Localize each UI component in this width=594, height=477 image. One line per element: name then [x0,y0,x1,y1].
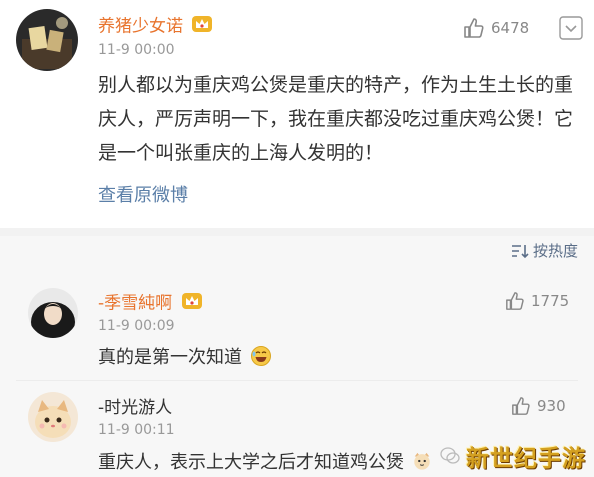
comments-section: 按热度 -季雪純啊 11-9 00:09 1775 真的是第一次知道 -时光游人… [0,236,594,477]
comment-text-content: 重庆人，表示上大学之后才知道鸡公煲 [98,452,404,473]
comment-like-button[interactable]: 930 [511,396,566,416]
wechat-logo-icon [440,447,460,464]
post-timestamp: 11-9 00:00 [98,42,175,58]
weibo-post: 养猪少女诺 11-9 00:00 6478 别人都以为重庆鸡公煲是重庆的特产，作… [0,0,594,228]
more-options-button[interactable] [559,16,583,44]
comment-timestamp: 11-9 00:11 [98,422,175,438]
section-divider [0,228,594,236]
cat-face-icon [412,451,432,476]
sort-label: 按热度 [532,242,578,260]
sort-icon [511,244,529,258]
post-author-name[interactable]: 养猪少女诺 [98,15,213,38]
laughing-face-icon [250,345,272,372]
comment-text-content: 真的是第一次知道 [98,347,242,368]
comment-author-name[interactable]: -时光游人 [98,398,172,418]
thumbs-up-icon [464,18,484,38]
sort-by-hot-button[interactable]: 按热度 [511,240,578,261]
watermark-text: 新世纪手游 [466,446,586,472]
post-like-count: 6478 [491,19,530,37]
post-like-button[interactable]: 6478 [463,17,529,39]
comment-author-avatar[interactable] [28,392,78,442]
comment-like-button[interactable]: 1775 [505,291,569,311]
thumbs-up-icon [506,292,524,310]
comment-author-name-text: -季雪純啊 [98,293,173,314]
site-watermark: 新世纪手游 [440,439,586,473]
chevron-down-icon [559,16,583,40]
view-original-link[interactable]: 查看原微博 [98,181,188,207]
post-author-name-text: 养猪少女诺 [98,16,183,37]
comment-timestamp: 11-9 00:09 [98,318,175,334]
comment-text: 重庆人，表示上大学之后才知道鸡公煲 [98,448,432,476]
comment-separator [16,380,578,381]
comment-author-name-text: -时光游人 [98,398,173,418]
post-author-avatar[interactable] [16,9,78,71]
comment-author-name[interactable]: -季雪純啊 [98,292,202,315]
vip-crown-icon [181,292,202,315]
comment-author-avatar[interactable] [28,288,78,338]
comment-text: 真的是第一次知道 [98,343,272,372]
comment-like-count: 930 [537,397,566,415]
post-body-text: 别人都以为重庆鸡公煲是重庆的特产，作为土生土长的重庆人，严厉声明一下，我在重庆都… [98,74,574,164]
comment-like-count: 1775 [531,292,570,310]
thumbs-up-icon [512,397,530,415]
vip-crown-icon [192,15,213,38]
